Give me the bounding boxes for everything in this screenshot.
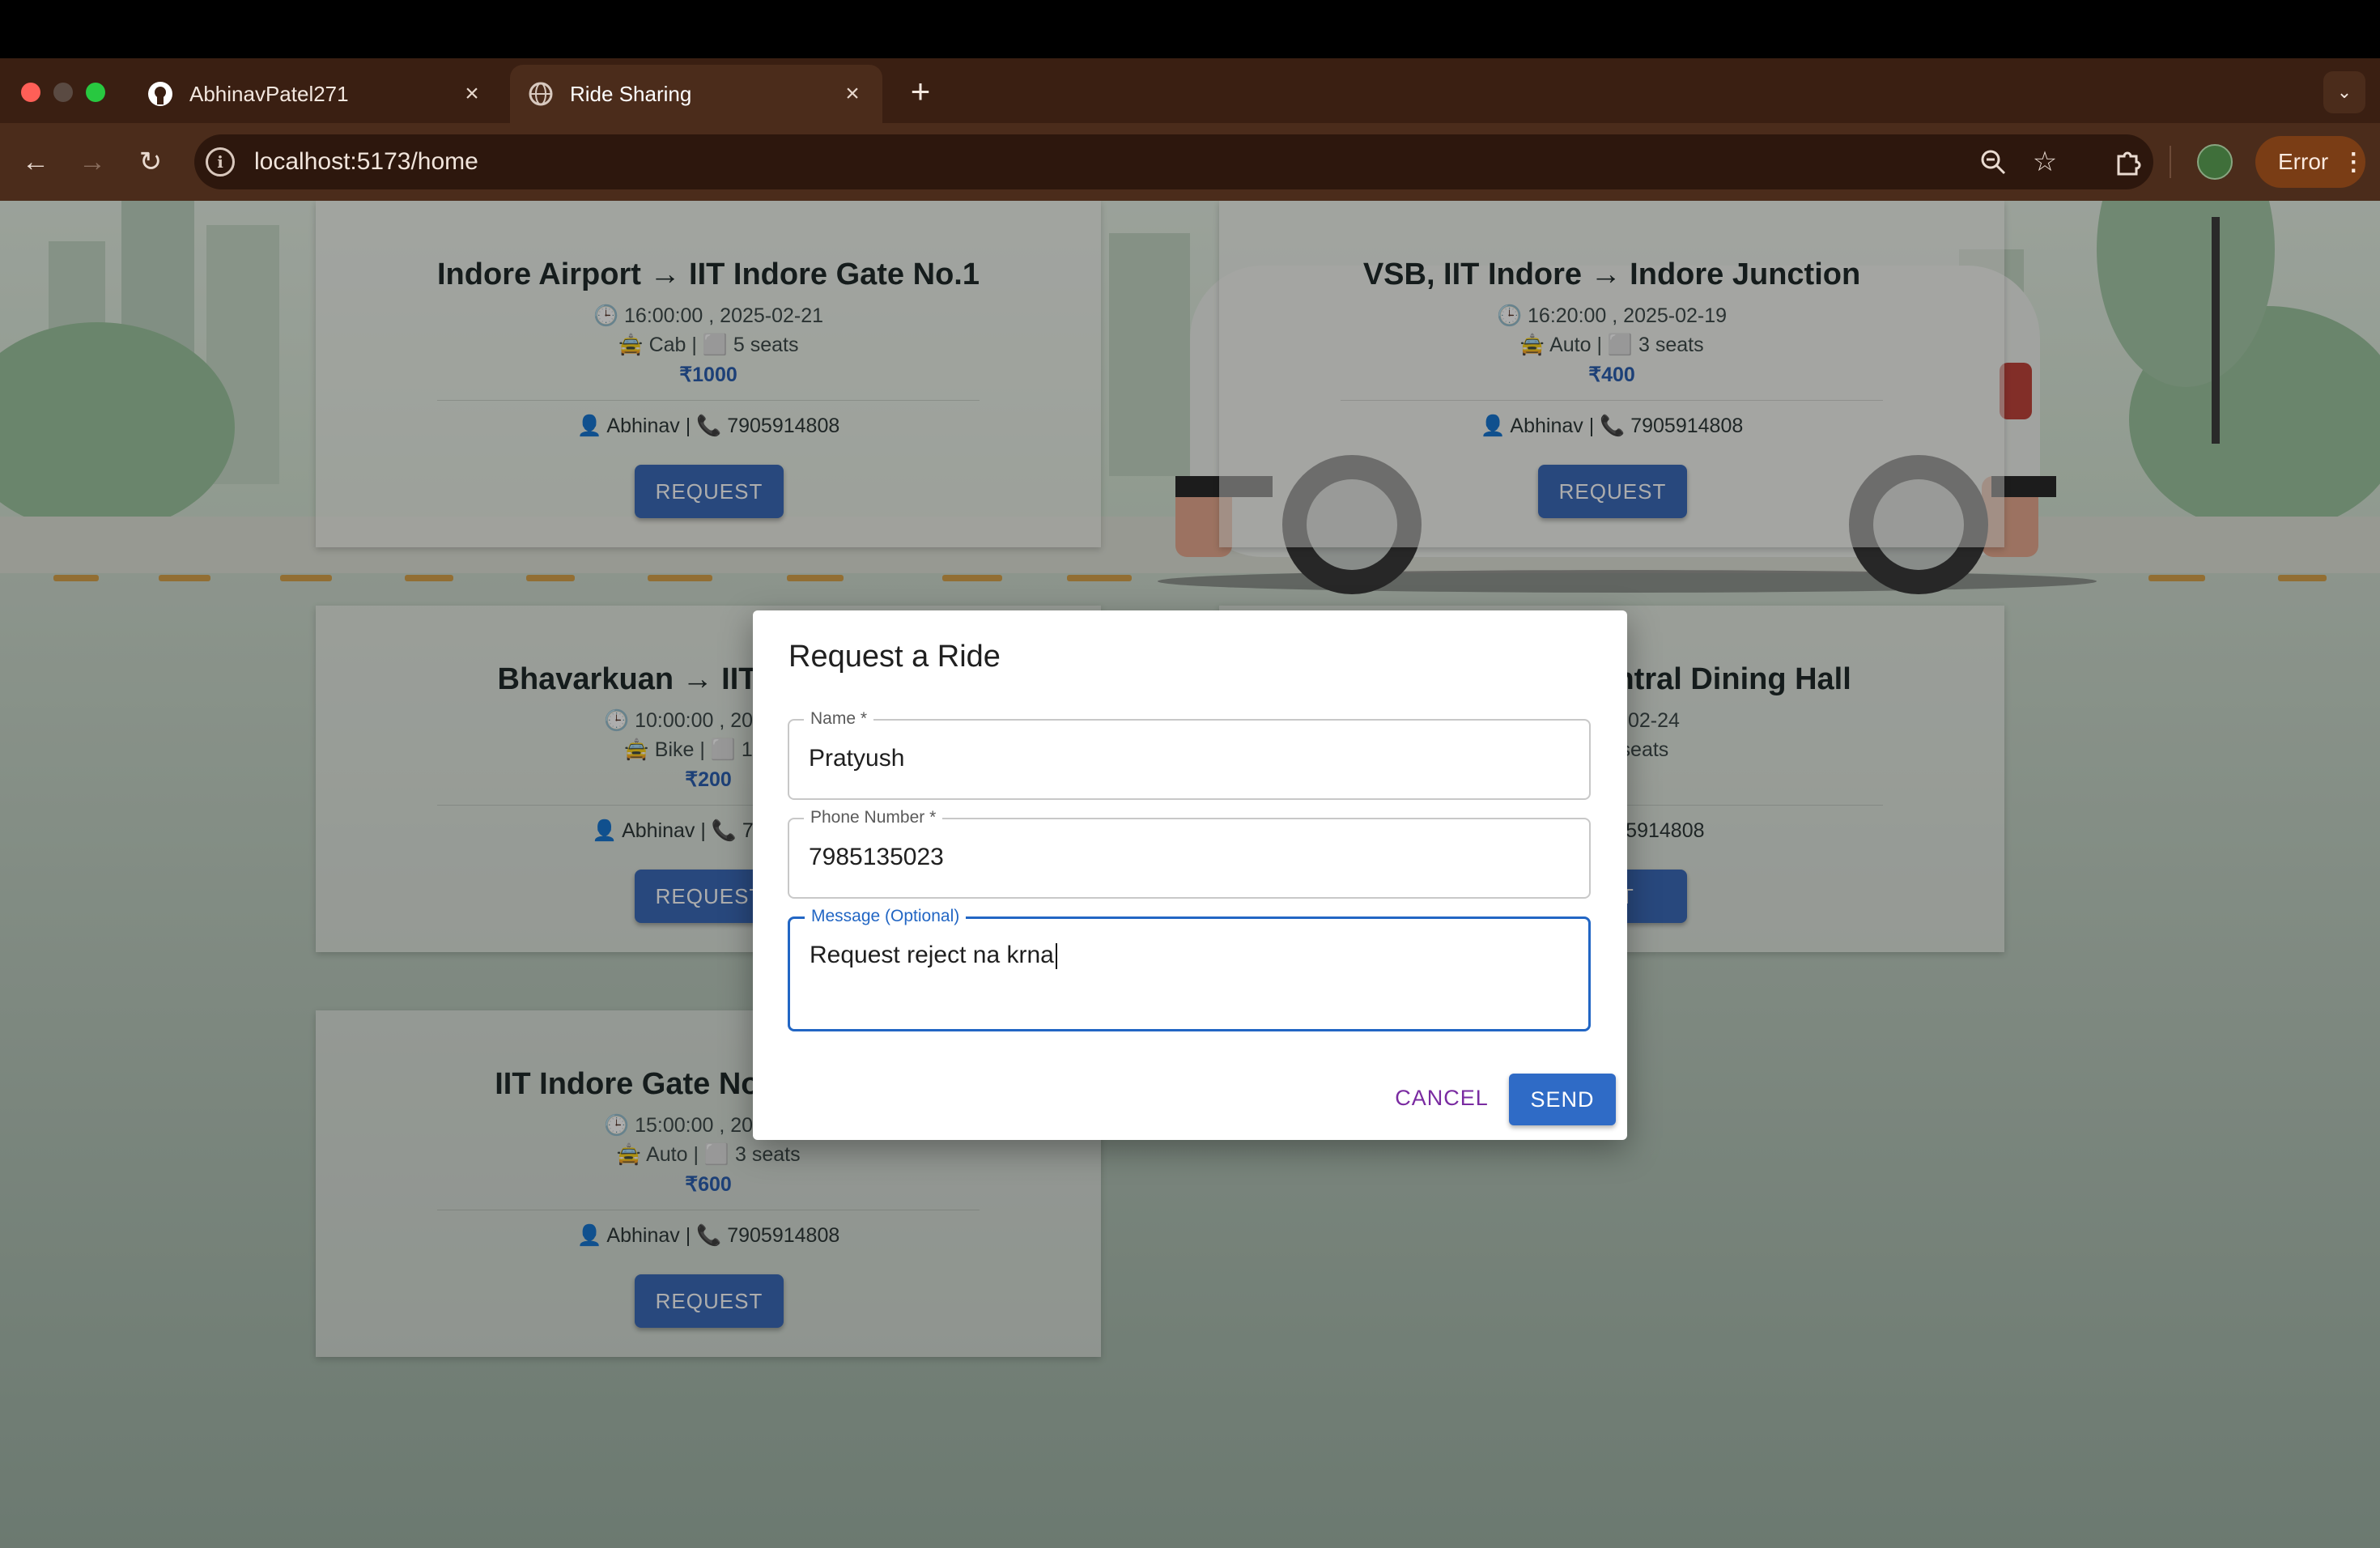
message-text: Request reject na krna (810, 942, 1054, 968)
cancel-button[interactable]: CANCEL (1389, 1075, 1494, 1121)
profile-avatar[interactable] (2197, 144, 2233, 180)
url-text[interactable]: localhost:5173/home (254, 147, 478, 176)
phone-number-value[interactable]: 7985135023 (809, 844, 944, 871)
reload-icon[interactable]: ↻ (128, 139, 173, 185)
github-icon (147, 81, 173, 107)
phone-number-label: Phone Number * (804, 808, 943, 827)
maximize-window-icon[interactable] (86, 83, 105, 102)
error-label: Error (2278, 149, 2329, 174)
text-caret (1055, 943, 1057, 970)
request-ride-dialog: Request a Ride Name * Pratyush Phone Num… (753, 610, 1627, 1140)
new-tab-button[interactable]: + (900, 71, 941, 112)
tab-label: AbhinavPatel271 (189, 81, 349, 106)
globe-icon (528, 81, 554, 107)
name-value[interactable]: Pratyush (809, 745, 904, 772)
more-vert-icon: ⋮ (2341, 148, 2366, 176)
dialog-title: Request a Ride (788, 640, 1001, 674)
message-value[interactable]: Request reject na krna (810, 942, 1057, 970)
minimize-window-icon[interactable] (53, 83, 73, 102)
tab-github[interactable]: AbhinavPatel271 × (130, 65, 502, 123)
forward-arrow-icon[interactable]: → (70, 139, 115, 185)
tab-close-icon[interactable]: × (460, 80, 484, 108)
tab-close-icon[interactable]: × (840, 80, 865, 108)
extensions-puzzle-icon[interactable] (2106, 141, 2148, 183)
tab-label: Ride Sharing (570, 81, 692, 106)
close-window-icon[interactable] (21, 83, 40, 102)
error-menu-button[interactable]: Error ⋮ (2255, 136, 2365, 188)
tab-search-chevron-icon[interactable]: ⌄ (2323, 71, 2365, 113)
back-arrow-icon[interactable]: ← (13, 139, 58, 185)
phone-number-field[interactable]: Phone Number * 7985135023 (788, 808, 1591, 899)
site-info-icon[interactable]: i (206, 147, 235, 176)
address-bar[interactable] (194, 134, 2153, 189)
name-label: Name * (804, 709, 874, 729)
page-viewport: Indore Airport → IIT Indore Gate No.1 🕒 … (0, 201, 2380, 1548)
message-field[interactable]: Message (Optional) Request reject na krn… (788, 907, 1591, 1031)
toolbar-divider (2170, 146, 2171, 178)
screen-top-bar (0, 0, 2380, 58)
message-label: Message (Optional) (805, 907, 967, 926)
name-field[interactable]: Name * Pratyush (788, 709, 1591, 800)
zoom-icon[interactable] (1972, 141, 2014, 183)
tab-ride-sharing[interactable]: Ride Sharing × (510, 65, 882, 123)
bookmark-star-icon[interactable]: ☆ (2024, 141, 2066, 183)
send-button[interactable]: SEND (1509, 1074, 1616, 1125)
